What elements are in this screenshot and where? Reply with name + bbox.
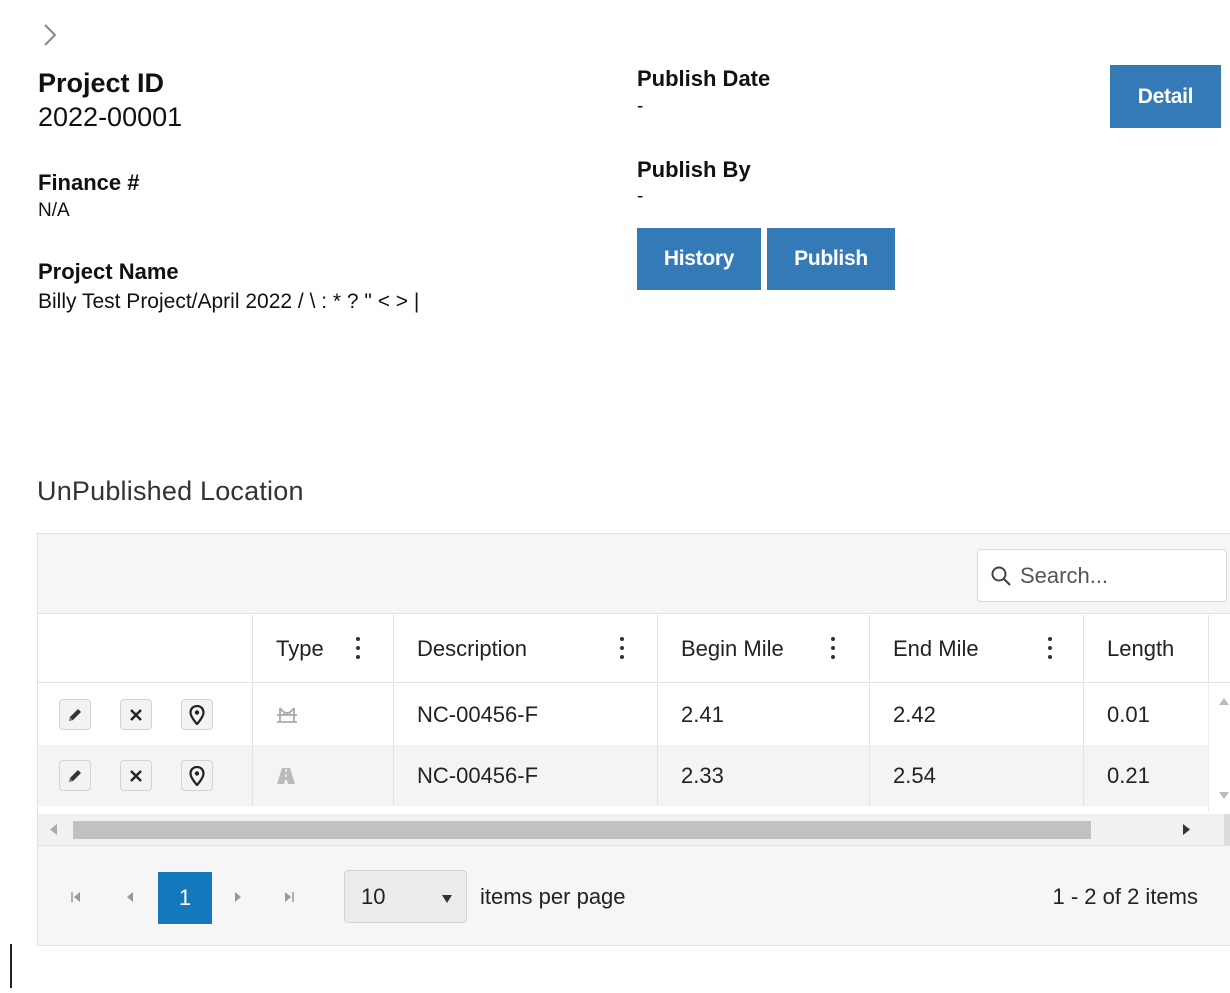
header-begin-mile-label: Begin Mile [681,636,784,661]
begin-mile-value: 2.41 [681,701,724,727]
locations-grid: Type Description Begin Mile End Mile Len… [37,533,1230,946]
scroll-corner [1224,814,1230,845]
header-commands [38,615,252,683]
page-size-select[interactable]: 10 [344,870,467,923]
bridge-icon [276,706,298,724]
header-end-mile[interactable]: End Mile [869,615,1083,683]
header-type[interactable]: Type [252,615,393,683]
map-pin-icon[interactable] [181,699,213,730]
header-end-mile-label: End Mile [893,636,979,661]
detail-button[interactable]: Detail [1110,65,1221,128]
end-mile-cell: 2.42 [869,684,1083,745]
header-description-label: Description [417,636,528,661]
scroll-up-icon[interactable] [1219,698,1229,705]
page-size-label: items per page [480,884,626,909]
length-value: 0.21 [1107,762,1150,788]
last-page-icon[interactable] [284,887,294,907]
header-length[interactable]: Length [1083,615,1208,683]
pager-info: 1 - 2 of 2 items [1052,884,1198,909]
description-value: NC-00456-F [417,701,539,727]
begin-mile-cell: 2.41 [657,684,869,745]
column-menu-icon[interactable] [355,637,361,659]
publish-date-label: Publish Date [637,66,771,91]
search-box[interactable] [977,549,1227,602]
end-mile-value: 2.54 [893,762,936,788]
length-cell: 0.21 [1083,745,1208,806]
history-button[interactable]: History [637,228,761,290]
grid-header: Type Description Begin Mile End Mile Len… [38,615,1230,683]
page-size-value: 10 [361,883,386,909]
search-icon [990,565,1012,587]
begin-mile-cell: 2.33 [657,745,869,806]
section-title: UnPublished Location [37,476,304,506]
header-length-label: Length [1107,636,1175,661]
project-id-label: Project ID [38,68,165,98]
description-cell: NC-00456-F [393,684,657,745]
header-description[interactable]: Description [393,615,657,683]
column-menu-icon[interactable] [619,637,625,659]
project-name-label: Project Name [38,259,179,284]
pager: 1 10 items per page 1 - 2 of 2 items [38,845,1230,945]
type-cell [252,745,393,806]
finance-value: N/A [38,200,70,221]
publish-button[interactable]: Publish [767,228,895,290]
project-id-value: 2022-00001 [38,102,183,132]
begin-mile-value: 2.33 [681,762,724,788]
current-page-button[interactable]: 1 [158,872,212,924]
scroll-right-icon[interactable] [1183,824,1190,835]
finance-label: Finance # [38,170,140,195]
edit-icon[interactable] [59,760,91,791]
publish-by-value: - [637,186,644,207]
column-menu-icon[interactable] [830,637,836,659]
next-page-icon[interactable] [234,887,242,907]
end-mile-cell: 2.54 [869,745,1083,806]
table-row[interactable]: NC-00456-F 2.41 2.42 0.01 [38,684,1208,745]
length-cell: 0.01 [1083,684,1208,745]
header-type-label: Type [276,636,324,661]
publish-by-label: Publish By [637,157,751,182]
end-mile-value: 2.42 [893,701,936,727]
road-icon [276,767,296,785]
row-commands [38,745,252,806]
search-input[interactable] [1018,561,1208,590]
header-scroll-spacer [1208,615,1230,683]
grid-toolbar [38,534,1230,614]
edit-icon[interactable] [59,699,91,730]
column-menu-icon[interactable] [1047,637,1053,659]
delete-icon[interactable] [120,699,152,730]
type-cell [252,684,393,745]
project-name-value: Billy Test Project/April 2022 / \ : * ? … [38,290,420,313]
page-edge-rule [10,944,12,988]
table-row[interactable]: NC-00456-F 2.33 2.54 0.21 [38,745,1208,806]
scroll-thumb[interactable] [73,821,1091,839]
horizontal-scrollbar[interactable] [38,814,1230,845]
chevron-right-icon[interactable] [42,20,72,50]
length-value: 0.01 [1107,701,1150,727]
scroll-left-icon[interactable] [50,824,57,835]
first-page-icon[interactable] [71,887,81,907]
header-begin-mile[interactable]: Begin Mile [657,615,869,683]
vertical-scrollbar[interactable] [1208,684,1230,812]
delete-icon[interactable] [120,760,152,791]
publish-date-value: - [637,96,644,117]
description-value: NC-00456-F [417,762,539,788]
description-cell: NC-00456-F [393,745,657,806]
previous-page-icon[interactable] [126,887,134,907]
map-pin-icon[interactable] [181,760,213,791]
caret-down-icon [442,895,452,903]
row-commands [38,684,252,745]
scroll-down-icon[interactable] [1219,792,1229,799]
